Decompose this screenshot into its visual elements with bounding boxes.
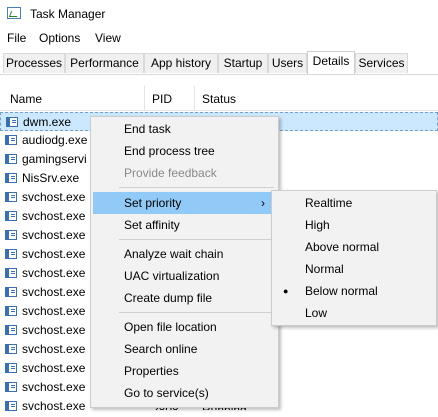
column-header: Name PID Status bbox=[0, 86, 438, 111]
process-name: audiodg.exe bbox=[22, 133, 88, 147]
process-name: svchost.exe bbox=[22, 266, 86, 280]
process-name: NisSrv.exe bbox=[22, 171, 80, 185]
process-icon bbox=[5, 344, 17, 354]
tab-startup[interactable]: Startup bbox=[218, 53, 268, 73]
menu-file[interactable]: File bbox=[7, 31, 26, 45]
priority-normal[interactable]: Normal bbox=[272, 258, 436, 280]
menu-options[interactable]: Options bbox=[39, 31, 80, 45]
window-title: Task Manager bbox=[30, 7, 106, 21]
column-pid[interactable]: PID bbox=[152, 92, 172, 106]
process-icon bbox=[5, 192, 17, 202]
process-icon bbox=[5, 268, 17, 278]
radio-bullet-icon: ● bbox=[283, 286, 289, 296]
menu-uac-virtualization[interactable]: UAC virtualization bbox=[91, 265, 278, 287]
process-icon bbox=[5, 211, 17, 221]
priority-submenu: Realtime High Above normal Normal ● Below… bbox=[271, 190, 437, 326]
process-icon bbox=[5, 249, 17, 259]
column-divider[interactable] bbox=[144, 86, 145, 110]
menu-end-process-tree[interactable]: End process tree bbox=[91, 140, 278, 162]
menu-go-to-services[interactable]: Go to service(s) bbox=[91, 382, 278, 404]
process-icon bbox=[5, 363, 17, 373]
menu-properties[interactable]: Properties bbox=[91, 360, 278, 382]
tab-strip: Processes Performance App history Startu… bbox=[0, 51, 438, 75]
process-name: svchost.exe bbox=[22, 247, 86, 261]
menu-search-online[interactable]: Search online bbox=[91, 338, 278, 360]
column-divider[interactable] bbox=[194, 86, 195, 110]
process-name: svchost.exe bbox=[22, 304, 86, 318]
tab-services[interactable]: Services bbox=[355, 53, 408, 73]
process-name: svchost.exe bbox=[22, 190, 86, 204]
priority-below-normal[interactable]: ● Below normal bbox=[272, 280, 436, 302]
process-name: svchost.exe bbox=[22, 209, 86, 223]
process-icon bbox=[5, 173, 17, 183]
menu-separator bbox=[119, 187, 274, 188]
process-icon bbox=[5, 230, 17, 240]
priority-above-normal[interactable]: Above normal bbox=[272, 236, 436, 258]
priority-realtime[interactable]: Realtime bbox=[272, 192, 436, 214]
process-name: gamingservi bbox=[22, 152, 87, 166]
context-menu: End task End process tree Provide feedba… bbox=[90, 116, 279, 408]
tab-processes[interactable]: Processes bbox=[3, 53, 65, 73]
menu-create-dump-file[interactable]: Create dump file bbox=[91, 287, 278, 309]
menu-set-priority[interactable]: Set priority › bbox=[93, 192, 274, 214]
process-icon bbox=[5, 135, 17, 145]
process-icon bbox=[5, 154, 17, 164]
process-name: svchost.exe bbox=[22, 342, 86, 356]
process-name: svchost.exe bbox=[22, 380, 86, 394]
process-icon bbox=[6, 117, 18, 127]
menu-end-task[interactable]: End task bbox=[91, 118, 278, 140]
priority-high[interactable]: High bbox=[272, 214, 436, 236]
title-bar: Task Manager bbox=[0, 0, 438, 28]
process-name: svchost.exe bbox=[22, 228, 86, 242]
menu-view[interactable]: View bbox=[95, 31, 121, 45]
process-name: svchost.exe bbox=[22, 323, 86, 337]
process-name: svchost.exe bbox=[22, 361, 86, 375]
menu-analyze-wait-chain[interactable]: Analyze wait chain bbox=[91, 243, 278, 265]
menu-bar: File Options View bbox=[0, 29, 438, 49]
column-status[interactable]: Status bbox=[202, 92, 236, 106]
menu-separator bbox=[119, 312, 274, 313]
process-name: svchost.exe bbox=[22, 399, 86, 413]
tab-performance[interactable]: Performance bbox=[65, 53, 144, 73]
process-icon bbox=[5, 325, 17, 335]
column-name[interactable]: Name bbox=[10, 92, 42, 106]
process-name: svchost.exe bbox=[22, 285, 86, 299]
process-icon bbox=[5, 306, 17, 316]
priority-low[interactable]: Low bbox=[272, 302, 436, 324]
tab-details[interactable]: Details bbox=[307, 51, 355, 74]
process-icon bbox=[5, 287, 17, 297]
process-icon bbox=[5, 401, 17, 411]
menu-separator bbox=[119, 239, 274, 240]
menu-set-affinity[interactable]: Set affinity bbox=[91, 214, 278, 236]
tab-app-history[interactable]: App history bbox=[144, 53, 218, 73]
menu-open-file-location[interactable]: Open file location bbox=[91, 316, 278, 338]
tab-users[interactable]: Users bbox=[268, 53, 307, 73]
menu-provide-feedback: Provide feedback bbox=[124, 166, 217, 180]
process-icon bbox=[5, 382, 17, 392]
chevron-right-icon: › bbox=[261, 196, 265, 210]
task-manager-icon bbox=[7, 7, 21, 19]
process-name: dwm.exe bbox=[23, 115, 72, 129]
